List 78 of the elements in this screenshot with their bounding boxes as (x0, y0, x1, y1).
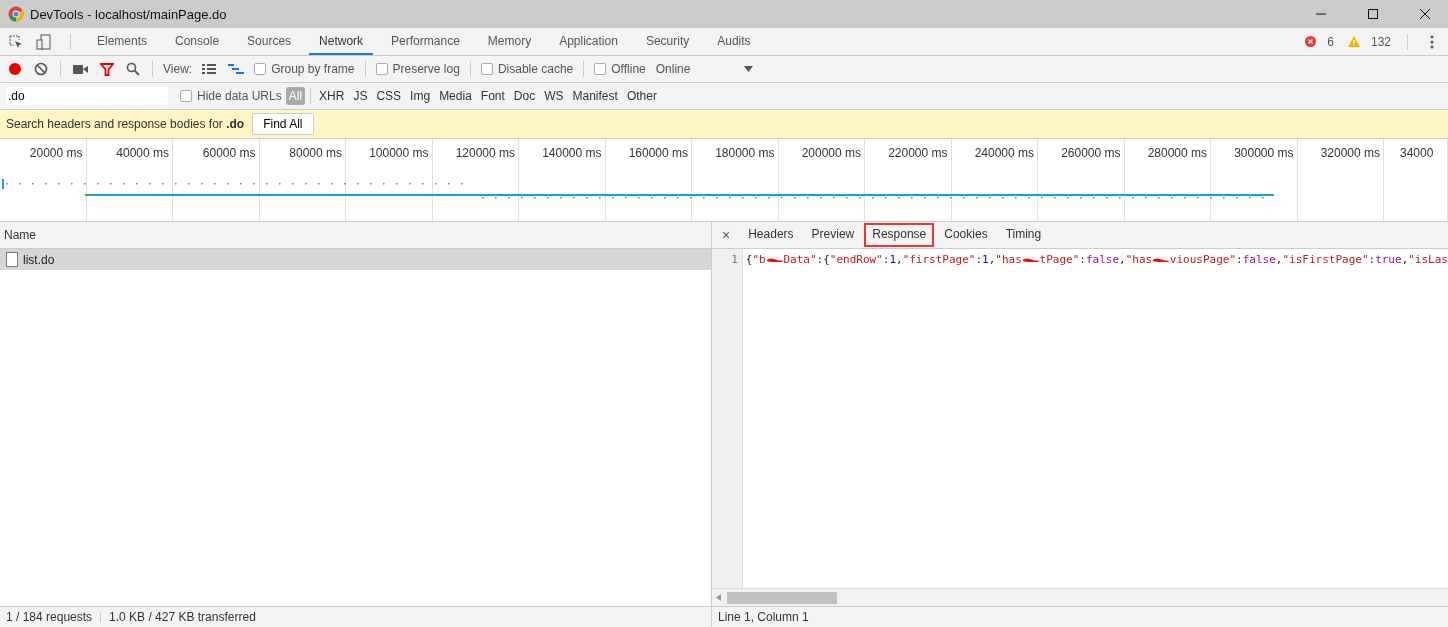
checkbox[interactable]: Disable cache (480, 62, 574, 76)
view-label: View: (163, 62, 193, 76)
panel-tab[interactable]: Sources (237, 28, 302, 55)
type-filter[interactable]: Manifest (569, 87, 621, 105)
detail-tab[interactable]: Cookies (936, 223, 996, 247)
warning-icon (1347, 36, 1360, 47)
detail-tab[interactable]: Headers (740, 223, 802, 247)
time-tick: 60000 ms (202, 146, 256, 162)
time-tick: 320000 ms (1320, 146, 1380, 162)
record-button[interactable] (6, 60, 24, 78)
checkbox[interactable]: Group by frame (254, 62, 355, 76)
search-hint: Search headers and response bodies for .do (6, 117, 245, 131)
time-tick: 180000 ms (715, 146, 775, 162)
window-title: DevTools - localhost/mainPage.do (30, 6, 228, 22)
time-tick: 120000 ms (455, 146, 515, 162)
error-count: 6 (1327, 34, 1334, 49)
type-filter[interactable]: WS (541, 87, 567, 105)
maximize-icon (1367, 8, 1379, 20)
transfer-size: 1.0 KB / 427 KB transferred (109, 610, 256, 624)
request-count: 1 / 184 requests (6, 610, 93, 624)
panel-tab[interactable]: Security (635, 28, 700, 55)
type-filter[interactable]: CSS (373, 87, 405, 105)
clear-icon[interactable] (32, 60, 50, 78)
time-tick: 140000 ms (542, 146, 602, 162)
time-tick: 260000 ms (1061, 146, 1121, 162)
time-tick: 40000 ms (116, 146, 169, 162)
time-tick: 34000 (1400, 146, 1434, 162)
file-icon (6, 252, 18, 267)
cursor-position: Line 1, Column 1 (718, 610, 809, 624)
search-icon[interactable] (124, 60, 142, 78)
close-icon (1419, 8, 1431, 20)
panel-tab[interactable]: Performance (381, 28, 470, 55)
column-header: Name (4, 228, 36, 242)
dropdown-caret-icon (744, 66, 754, 72)
panel-tab[interactable]: Audits (707, 28, 761, 55)
detail-tab[interactable]: Preview (803, 223, 863, 247)
request-name: list.do (23, 252, 55, 267)
type-filter[interactable]: JS (350, 87, 371, 105)
find-all-button[interactable]: Find All (252, 113, 314, 135)
time-tick: 240000 ms (974, 146, 1034, 162)
detail-tab[interactable]: Response (864, 223, 935, 247)
checkbox[interactable]: Hide data URLs (180, 89, 282, 103)
time-tick: 100000 ms (369, 146, 429, 162)
horizontal-scrollbar[interactable] (712, 588, 1448, 606)
panel-tab[interactable]: Console (165, 28, 230, 55)
waterfall-view-icon[interactable] (226, 61, 247, 77)
scroll-left-icon (716, 594, 721, 601)
checkbox[interactable]: Offline (594, 62, 646, 76)
list-view-icon[interactable] (200, 61, 219, 77)
error-icon (1305, 36, 1317, 47)
type-filter[interactable]: Doc (510, 87, 539, 105)
type-filter[interactable]: Other (623, 87, 660, 105)
time-tick: 80000 ms (289, 146, 342, 162)
panel-tab[interactable]: Memory (477, 28, 542, 55)
time-tick: 160000 ms (628, 146, 688, 162)
type-filter[interactable]: Media (436, 87, 475, 105)
checkbox[interactable]: Preserve log (375, 62, 460, 76)
time-tick: 20000 ms (29, 146, 83, 162)
type-filter[interactable]: Font (477, 87, 508, 105)
type-filter[interactable]: Img (407, 87, 434, 105)
browser-logo-icon (8, 6, 24, 22)
warning-count: 132 (1370, 34, 1391, 49)
time-tick: 200000 ms (801, 146, 861, 162)
time-tick: 220000 ms (888, 146, 948, 162)
panel-tab[interactable]: Application (549, 28, 628, 55)
time-tick: 280000 ms (1147, 146, 1207, 162)
close-button[interactable]: × (716, 227, 739, 243)
line-number: 1 (731, 253, 738, 266)
device-icon[interactable] (34, 31, 54, 52)
type-filter[interactable]: XHR (316, 87, 348, 105)
panel-tab[interactable]: Elements (87, 28, 158, 55)
throttling-select[interactable]: Online (655, 62, 691, 76)
filter-field[interactable]: .do (6, 87, 168, 105)
response-code-line: {"b Data":{"endRow":1,"firstPage":1,"has tPage":false,"has viousPage":false,"isFirstPage":true,"isLas (744, 252, 1448, 266)
detail-tab[interactable]: Timing (997, 223, 1050, 247)
time-tick: 300000 ms (1234, 146, 1294, 162)
filter-icon[interactable] (98, 60, 116, 78)
request-row[interactable]: list.do (0, 249, 711, 270)
